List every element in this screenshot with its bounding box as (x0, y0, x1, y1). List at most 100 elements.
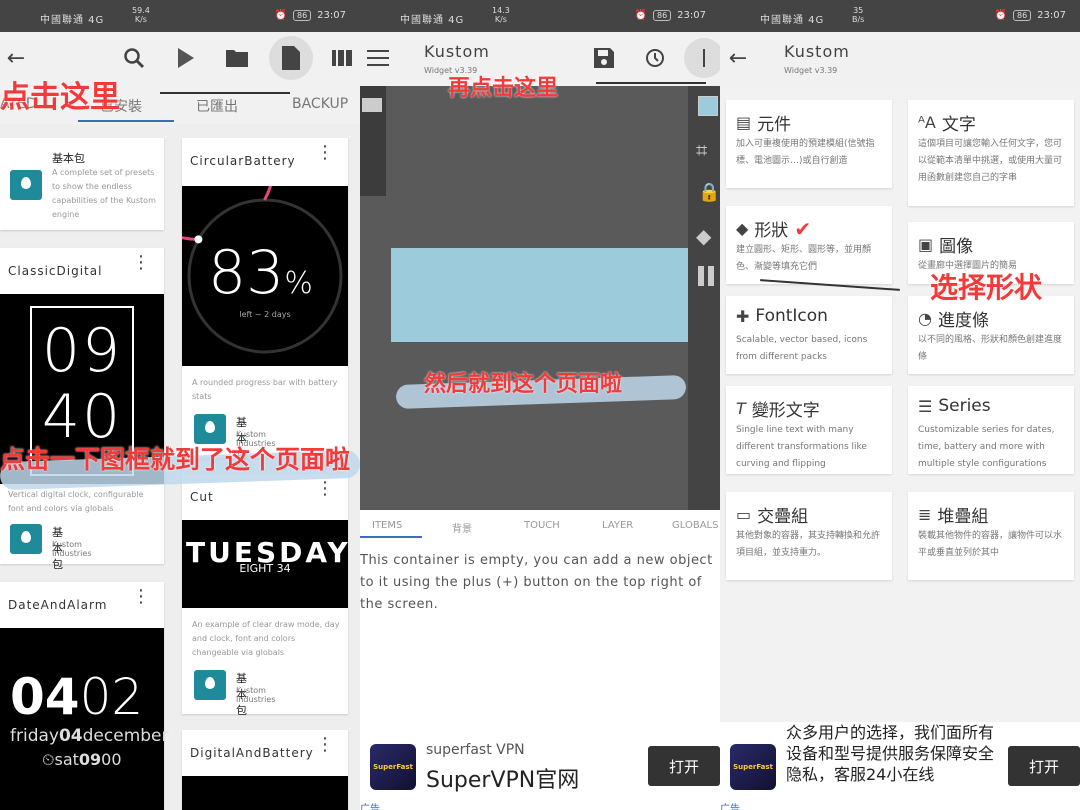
preview-image: TUESDAY EIGHT 34 (182, 520, 348, 608)
clock-text: 23:07 (677, 10, 706, 21)
more-menu-icon[interactable]: ⋮ (316, 144, 334, 162)
ad-open-button[interactable]: 打开 (1008, 746, 1080, 786)
lock-icon[interactable]: 🔒 (698, 182, 720, 203)
component-title: 圖像 (939, 237, 974, 257)
screenshot-icon[interactable]: ⌗ (696, 138, 707, 162)
puzzle-icon: ✚ (736, 306, 750, 326)
kustom-logo-icon (194, 670, 226, 700)
tab-backup[interactable]: BACKUP (292, 96, 348, 112)
kustom-editor-screen: 中國聯通 4G 14.3 K/s ⏰ 86 23:07 Kustom Widget… (360, 0, 720, 810)
ad-brand: superfast VPN (426, 742, 525, 758)
play-store-icon[interactable] (170, 42, 202, 74)
component-overlap-group[interactable]: ▭ 交疊組 其他對象的容器，其支持轉換和允許項目組，並支持重力。 (726, 492, 892, 580)
annotation-pointer (160, 92, 290, 94)
annotation-tap-here: 点击这里 (0, 80, 120, 115)
preset-card-circularbattery[interactable]: CircularBattery ⋮ 83% left ~ 2 days A ro… (182, 138, 348, 461)
preview-image: 0402 friday04december ⏲sat0900 (0, 628, 169, 810)
annotation-choose-shape: 选择形状 (930, 271, 1043, 304)
preview-image: 83% left ~ 2 days (182, 186, 348, 366)
component-progress[interactable]: ◔ 進度條 以不同的風格、形狀和顏色創建進度條 (908, 296, 1074, 374)
carrier-text: 中國聯通 4G (400, 15, 465, 26)
search-icon[interactable] (118, 42, 150, 74)
save-icon[interactable] (588, 42, 620, 74)
alarm-line: ⏲sat0900 (42, 750, 122, 769)
app-bar: ← Kustom Widget v3.39 (720, 32, 1080, 88)
pause-bar (708, 266, 714, 286)
color-swatch-icon[interactable] (698, 96, 718, 116)
component-title: Series (938, 396, 991, 416)
folder-icon[interactable] (221, 42, 253, 74)
card-title: DigitalAndBattery (190, 746, 314, 760)
add-item-icon[interactable] (684, 38, 720, 78)
ring-knob (194, 235, 203, 244)
tab-touch[interactable]: TOUCH (524, 520, 560, 531)
editor-side-panel (360, 86, 386, 196)
card-title: ClassicDigital (8, 264, 103, 278)
layers-icon[interactable]: ◆ (696, 224, 711, 248)
ad-label: 广告 (360, 804, 380, 810)
date-line: friday04december (10, 726, 169, 746)
carrier-text: 中國聯通 4G (760, 15, 825, 26)
widget-preview[interactable] (391, 248, 689, 342)
menu-icon[interactable] (362, 42, 394, 74)
tab-globals[interactable]: GLOBALS (672, 520, 718, 531)
preset-card-cut[interactable]: Cut ⋮ TUESDAY EIGHT 34 An example of cle… (182, 474, 348, 717)
carrier-text: 中國聯通 4G (40, 15, 105, 26)
more-menu-icon[interactable]: ⋮ (132, 254, 150, 272)
preset-card-classicdigital[interactable]: ClassicDigital ⋮ 09 40 Vertical digital … (0, 248, 164, 571)
component-fonticon[interactable]: ✚ FontIcon Scalable, vector based, icons … (726, 296, 892, 374)
status-right: ⏰ 86 23:07 (995, 10, 1066, 21)
pack-desc: A complete set of presets to show the en… (52, 168, 156, 219)
component-title: 堆疊組 (937, 507, 989, 527)
component-desc: 建立圓形、矩形、圓形等，並用顏色、漸變等填充它們 (736, 245, 872, 272)
ad-banner-vpn[interactable]: SuperFast superfast VPN SuperVPN官网 打开 广告 (360, 722, 720, 810)
italic-text-icon: T (736, 399, 746, 418)
annotation-tap-frame: 点击一下图框就到了这个页面啦 (0, 445, 351, 474)
card-title: DateAndAlarm (8, 598, 108, 612)
preset-card-basic[interactable]: 基本包 A complete set of presets to show th… (0, 138, 164, 230)
history-icon[interactable] (638, 42, 670, 74)
ad-open-button[interactable]: 打开 (648, 746, 720, 786)
kustom-logo-icon (10, 524, 42, 554)
list-icon: ☰ (918, 396, 933, 416)
component-komponent[interactable]: ▤ 元件 加入可重複使用的預建模組(信號指標、電池圖示…)或自行創造 (726, 100, 892, 188)
import-preset-icon[interactable] (269, 36, 313, 80)
component-title: 進度條 (937, 311, 989, 331)
component-desc: 裝載其他物件的容器，讓物件可以水平或垂直並列於其中 (918, 531, 1063, 558)
component-text[interactable]: ᴬA 文字 這個項目可讓您輸入任何文字，您可以從範本清單中挑選，或使用大量可用函數… (908, 100, 1074, 206)
status-bar: 中國聯通 4G 59.4 K/s ⏰ 86 23:07 (0, 0, 360, 32)
preset-card-digitalandbattery[interactable]: DigitalAndBattery ⋮ (182, 730, 348, 810)
net-speed: 35 B/s (852, 6, 865, 24)
component-desc: Customizable series for dates, time, bat… (918, 425, 1055, 469)
status-bar: 中國聯通 4G 35 B/s ⏰ 86 23:07 (720, 0, 1080, 32)
component-stack-group[interactable]: ≣ 堆疊組 裝載其他物件的容器，讓物件可以水平或垂直並列於其中 (908, 492, 1074, 580)
component-shape[interactable]: ◆ 形狀 ✔ 建立圓形、矩形、圓形等，並用顏色、漸變等填充它們 (726, 206, 892, 284)
editor-toolbar: ⌗ 🔒 ◆ (688, 86, 720, 510)
tab-exported[interactable]: 已匯出 (196, 96, 238, 116)
pause-icon[interactable] (698, 266, 704, 286)
folder-icon[interactable] (362, 98, 382, 112)
component-series[interactable]: ☰ Series Customizable series for dates, t… (908, 386, 1074, 474)
shapes-icon: ◆ (736, 219, 749, 238)
preset-card-dateandalarm[interactable]: DateAndAlarm ⋮ 0402 friday04december ⏲sa… (0, 582, 169, 810)
back-arrow-icon[interactable]: ← (0, 42, 32, 74)
ad-banner-vpn-2[interactable]: SuperFast 众多用户的选择，我们面所有设备和型号提供服务保障安全隐私，客… (720, 722, 1080, 810)
tab-items[interactable]: ITEMS (372, 520, 402, 531)
component-title: 交疊組 (757, 507, 809, 527)
archive-icon: ▤ (736, 113, 752, 132)
more-menu-icon[interactable]: ⋮ (316, 736, 334, 754)
storage-icon[interactable] (326, 42, 358, 74)
back-arrow-icon[interactable]: ← (722, 42, 754, 74)
clock-text: 23:07 (317, 10, 346, 21)
card-desc: Vertical digital clock, configurable fon… (8, 490, 144, 513)
author-company: Kustom Industries (236, 686, 276, 704)
component-morphing-text[interactable]: T 變形文字 Single line text with many differe… (726, 386, 892, 474)
image-icon: ▣ (918, 235, 934, 254)
more-menu-icon[interactable]: ⋮ (316, 480, 334, 498)
tab-layer[interactable]: LAYER (602, 520, 633, 531)
annotation-then-page: 然后就到这个页面啦 (424, 372, 623, 397)
battery-icon: 86 (1012, 10, 1032, 21)
more-menu-icon[interactable]: ⋮ (132, 588, 150, 606)
ring-progress (182, 186, 273, 241)
tab-background[interactable]: 背景 (452, 520, 472, 535)
